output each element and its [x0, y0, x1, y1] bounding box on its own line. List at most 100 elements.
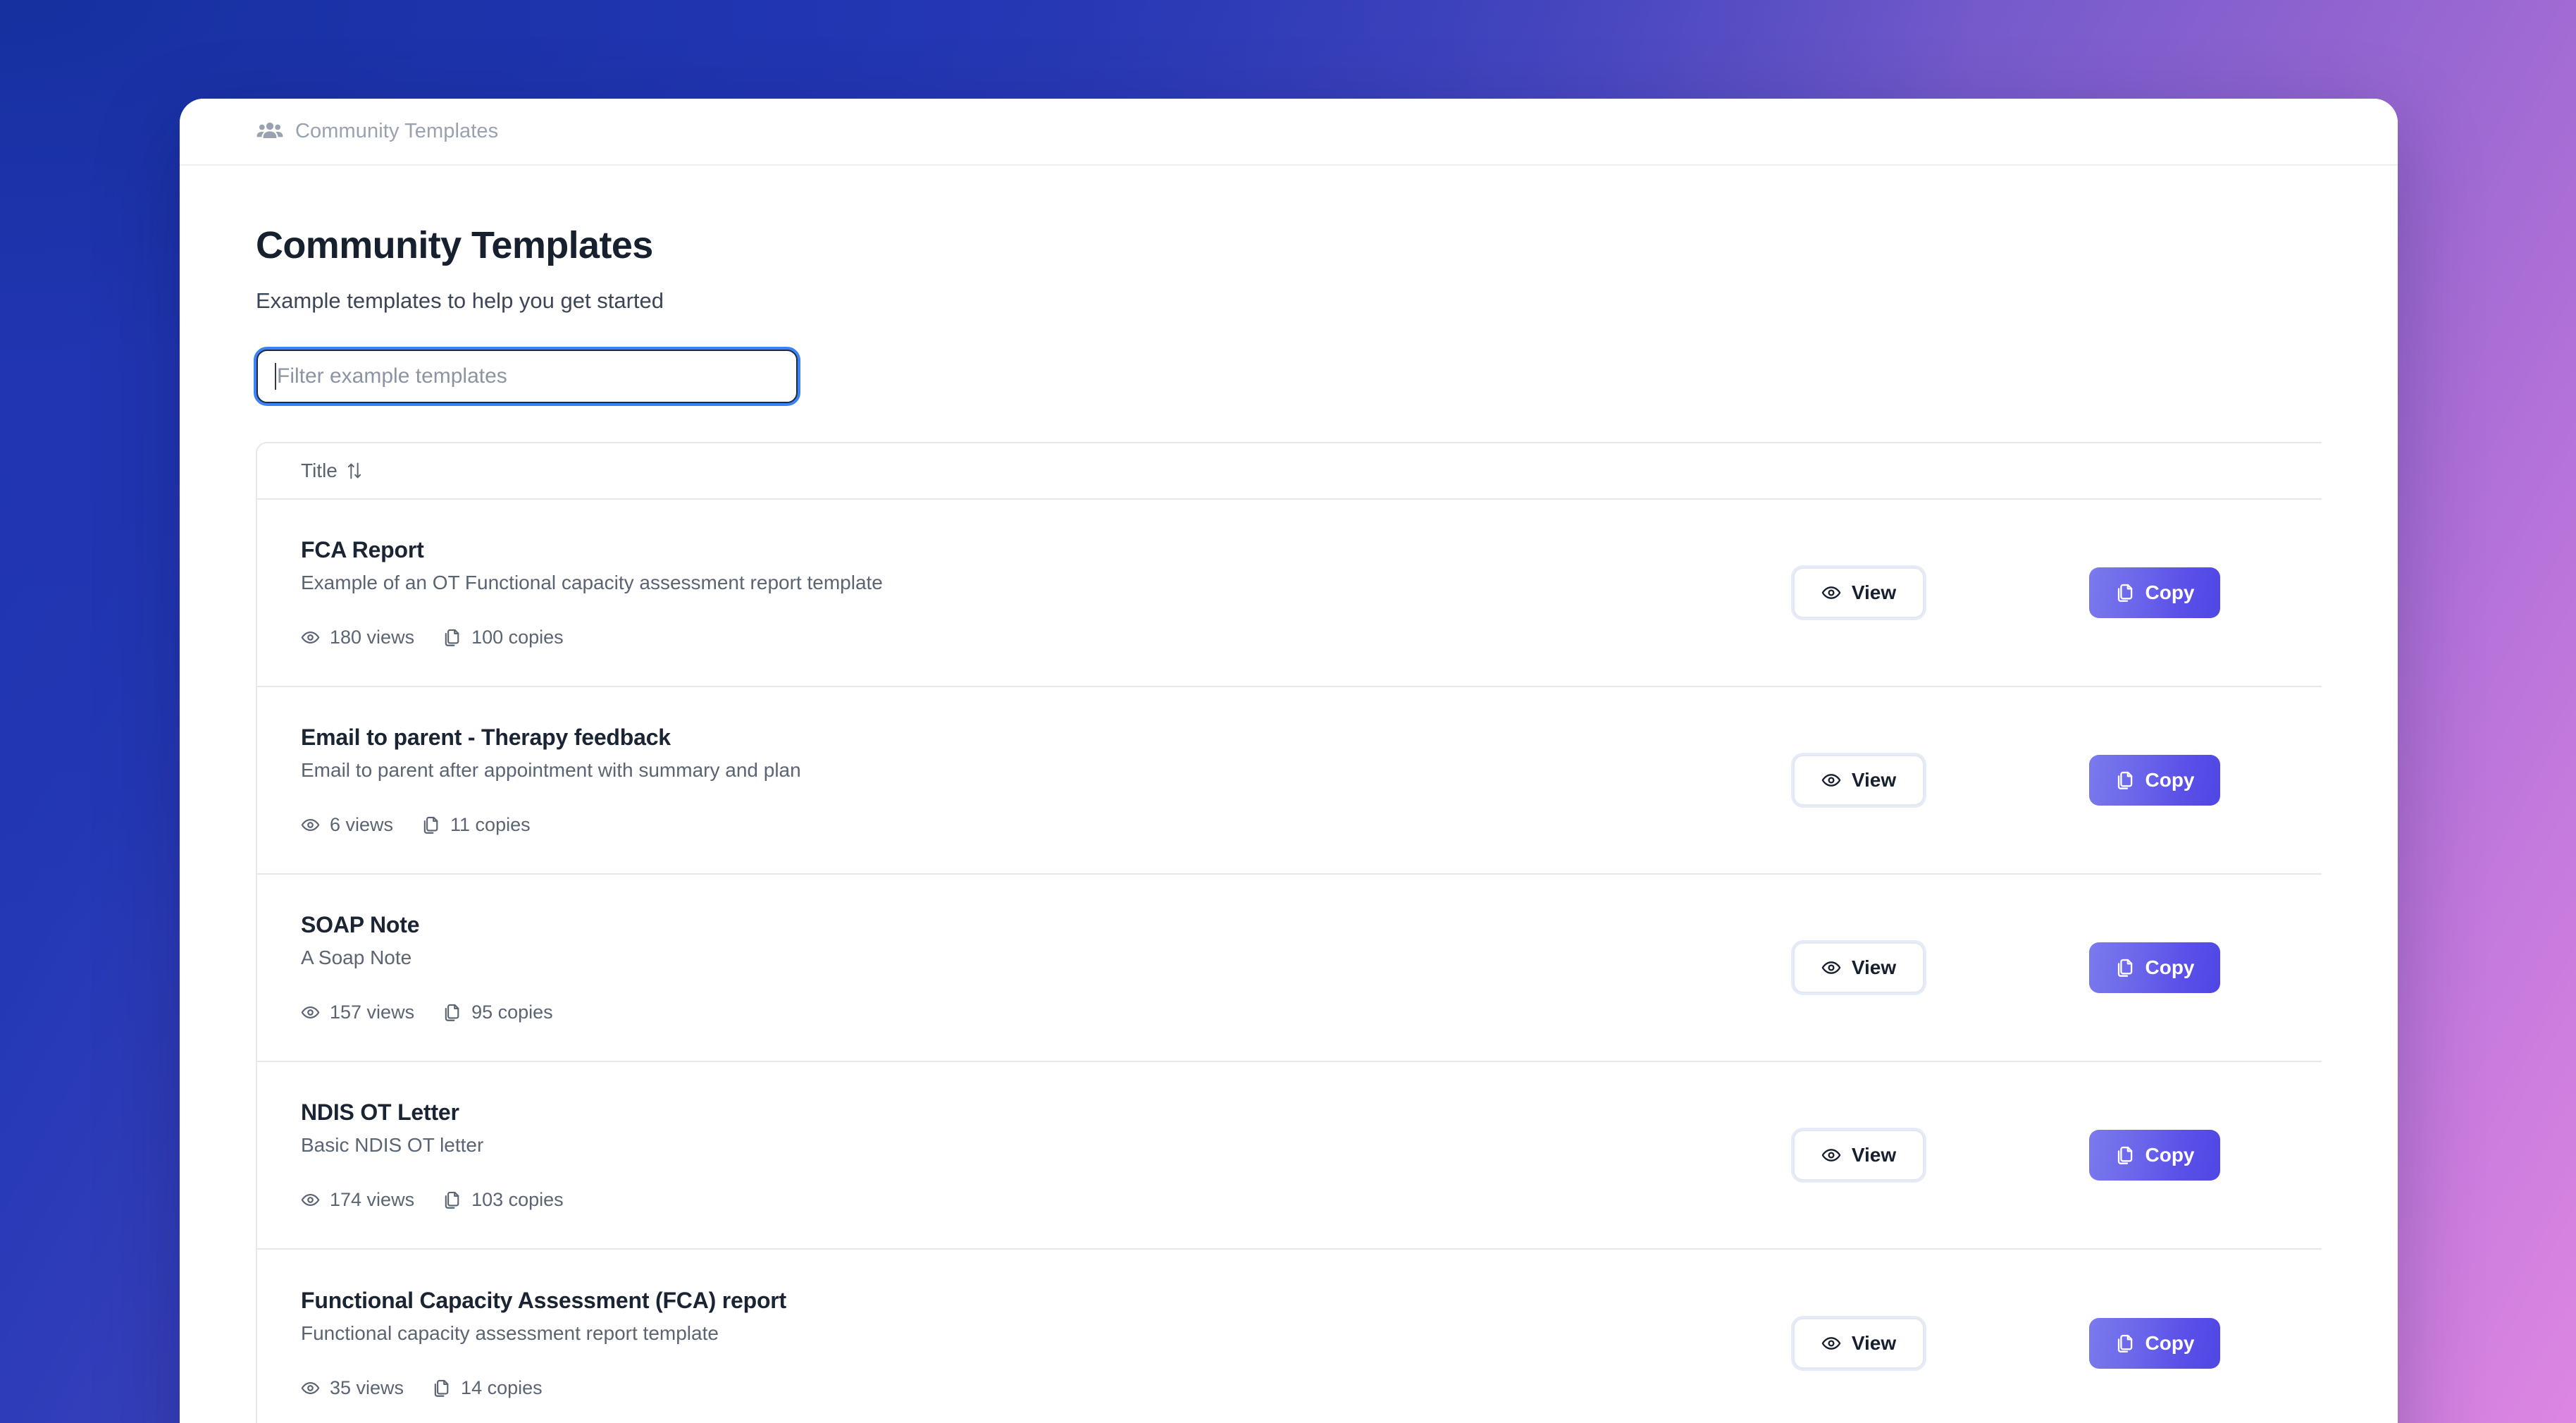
column-header-title[interactable]: Title [301, 460, 363, 482]
copies-count-label: 103 copies [471, 1189, 564, 1210]
copies-stat: 100 copies [442, 627, 564, 648]
view-button[interactable]: View [1793, 1130, 1924, 1181]
copy-action-cell: Copy [2089, 942, 2322, 993]
view-button[interactable]: View [1793, 1318, 1924, 1369]
template-stats: 174 views 103 copies [301, 1189, 1793, 1211]
template-info: SOAP Note A Soap Note 157 views 95 copie… [301, 882, 1793, 1053]
views-count-label: 35 views [330, 1377, 404, 1398]
copies-count-label: 95 copies [471, 1002, 553, 1023]
copies-count-label: 14 copies [461, 1377, 543, 1398]
view-button-label: View [1851, 581, 1897, 603]
views-count-label: 157 views [330, 1002, 415, 1023]
copy-icon [445, 1191, 459, 1209]
sort-updown-icon [347, 462, 361, 479]
breadcrumb-label: Community Templates [295, 120, 499, 142]
copy-button[interactable]: Copy [2089, 755, 2220, 806]
copy-button-label: Copy [2145, 1144, 2195, 1166]
view-action-cell: View [1793, 1130, 2089, 1181]
view-button-label: View [1851, 956, 1897, 978]
views-stat: 157 views [301, 1002, 414, 1023]
page-body: Community Templates Example templates to… [180, 223, 2398, 1423]
copy-action-cell: Copy [2089, 567, 2322, 618]
table-body: FCA Report Example of an OT Functional c… [257, 500, 2322, 1423]
copy-button-label: Copy [2145, 769, 2195, 791]
table-row[interactable]: SOAP Note A Soap Note 157 views 95 copie… [257, 875, 2322, 1062]
templates-table: Title FCA Report Example of an OT Functi… [256, 442, 2322, 1423]
top-breadcrumb-bar: Community Templates [180, 99, 2398, 166]
template-stats: 157 views 95 copies [301, 1002, 1793, 1023]
table-row[interactable]: Email to parent - Therapy feedback Email… [257, 687, 2322, 875]
breadcrumb[interactable]: Community Templates [256, 118, 498, 146]
template-description: Functional capacity assessment report te… [301, 1322, 719, 1344]
table-row[interactable]: FCA Report Example of an OT Functional c… [257, 500, 2322, 687]
column-header-title-label: Title [301, 460, 338, 481]
template-stats: 6 views 11 copies [301, 814, 1793, 836]
view-action-cell: View [1793, 567, 2089, 618]
copy-icon [2117, 1146, 2132, 1164]
template-title: SOAP Note [301, 912, 420, 937]
eye-icon [301, 819, 320, 831]
filter-field-wrapper: Filter example templates [254, 347, 800, 406]
copy-icon [423, 816, 438, 834]
eye-icon [301, 1006, 320, 1018]
text-caret [275, 363, 276, 390]
copy-icon [445, 1004, 459, 1021]
view-action-cell: View [1793, 1318, 2089, 1369]
table-row[interactable]: NDIS OT Letter Basic NDIS OT letter 174 … [257, 1062, 2322, 1250]
copy-button[interactable]: Copy [2089, 1130, 2220, 1181]
template-stats: 35 views 14 copies [301, 1377, 1793, 1399]
copies-stat: 103 copies [442, 1189, 564, 1211]
copies-stat: 14 copies [432, 1377, 543, 1399]
template-description: A Soap Note [301, 947, 412, 968]
copies-stat: 95 copies [442, 1002, 553, 1023]
template-title: Email to parent - Therapy feedback [301, 725, 671, 750]
views-count-label: 174 views [330, 1189, 415, 1210]
table-header-row: Title [257, 443, 2322, 500]
view-button[interactable]: View [1793, 942, 1924, 993]
template-info: NDIS OT Letter Basic NDIS OT letter 174 … [301, 1070, 1793, 1240]
template-title: NDIS OT Letter [301, 1099, 459, 1125]
users-group-icon [256, 118, 284, 146]
copy-button-label: Copy [2145, 581, 2195, 603]
view-button[interactable]: View [1793, 755, 1924, 806]
eye-icon [301, 632, 320, 643]
copy-button[interactable]: Copy [2089, 1318, 2220, 1369]
views-count-label: 180 views [330, 627, 415, 648]
view-button-label: View [1851, 769, 1897, 791]
template-info: Functional Capacity Assessment (FCA) rep… [301, 1258, 1793, 1423]
copies-count-label: 11 copies [450, 814, 531, 835]
eye-icon [1821, 1337, 1841, 1350]
app-window-card: Community Templates Community Templates … [180, 99, 2398, 1423]
template-description: Example of an OT Functional capacity ass… [301, 572, 883, 593]
template-description: Email to parent after appointment with s… [301, 759, 801, 781]
copy-button-label: Copy [2145, 956, 2195, 978]
copy-button[interactable]: Copy [2089, 942, 2220, 993]
views-stat: 180 views [301, 627, 414, 648]
copies-stat: 11 copies [421, 814, 531, 836]
eye-icon [1821, 586, 1841, 599]
filter-example-templates-input[interactable]: Filter example templates [254, 347, 800, 406]
copy-button[interactable]: Copy [2089, 567, 2220, 618]
view-action-cell: View [1793, 755, 2089, 806]
views-stat: 6 views [301, 814, 393, 836]
copy-icon [2117, 1334, 2132, 1353]
template-info: Email to parent - Therapy feedback Email… [301, 695, 1793, 865]
copy-action-cell: Copy [2089, 755, 2322, 806]
copy-icon [434, 1379, 449, 1397]
eye-icon [301, 1194, 320, 1206]
view-action-cell: View [1793, 942, 2089, 993]
template-info: FCA Report Example of an OT Functional c… [301, 507, 1793, 678]
eye-icon [301, 1382, 320, 1394]
page-subtitle: Example templates to help you get starte… [256, 288, 664, 313]
view-button[interactable]: View [1793, 567, 1924, 618]
copy-icon [2117, 959, 2132, 977]
copy-button-label: Copy [2145, 1332, 2195, 1354]
template-title: FCA Report [301, 537, 424, 562]
table-row[interactable]: Functional Capacity Assessment (FCA) rep… [257, 1250, 2322, 1423]
copy-icon [2117, 771, 2132, 789]
template-title: Functional Capacity Assessment (FCA) rep… [301, 1288, 787, 1313]
eye-icon [1821, 774, 1841, 787]
filter-input-placeholder: Filter example templates [277, 364, 507, 388]
eye-icon [1821, 961, 1841, 974]
page-title: Community Templates [256, 224, 653, 266]
